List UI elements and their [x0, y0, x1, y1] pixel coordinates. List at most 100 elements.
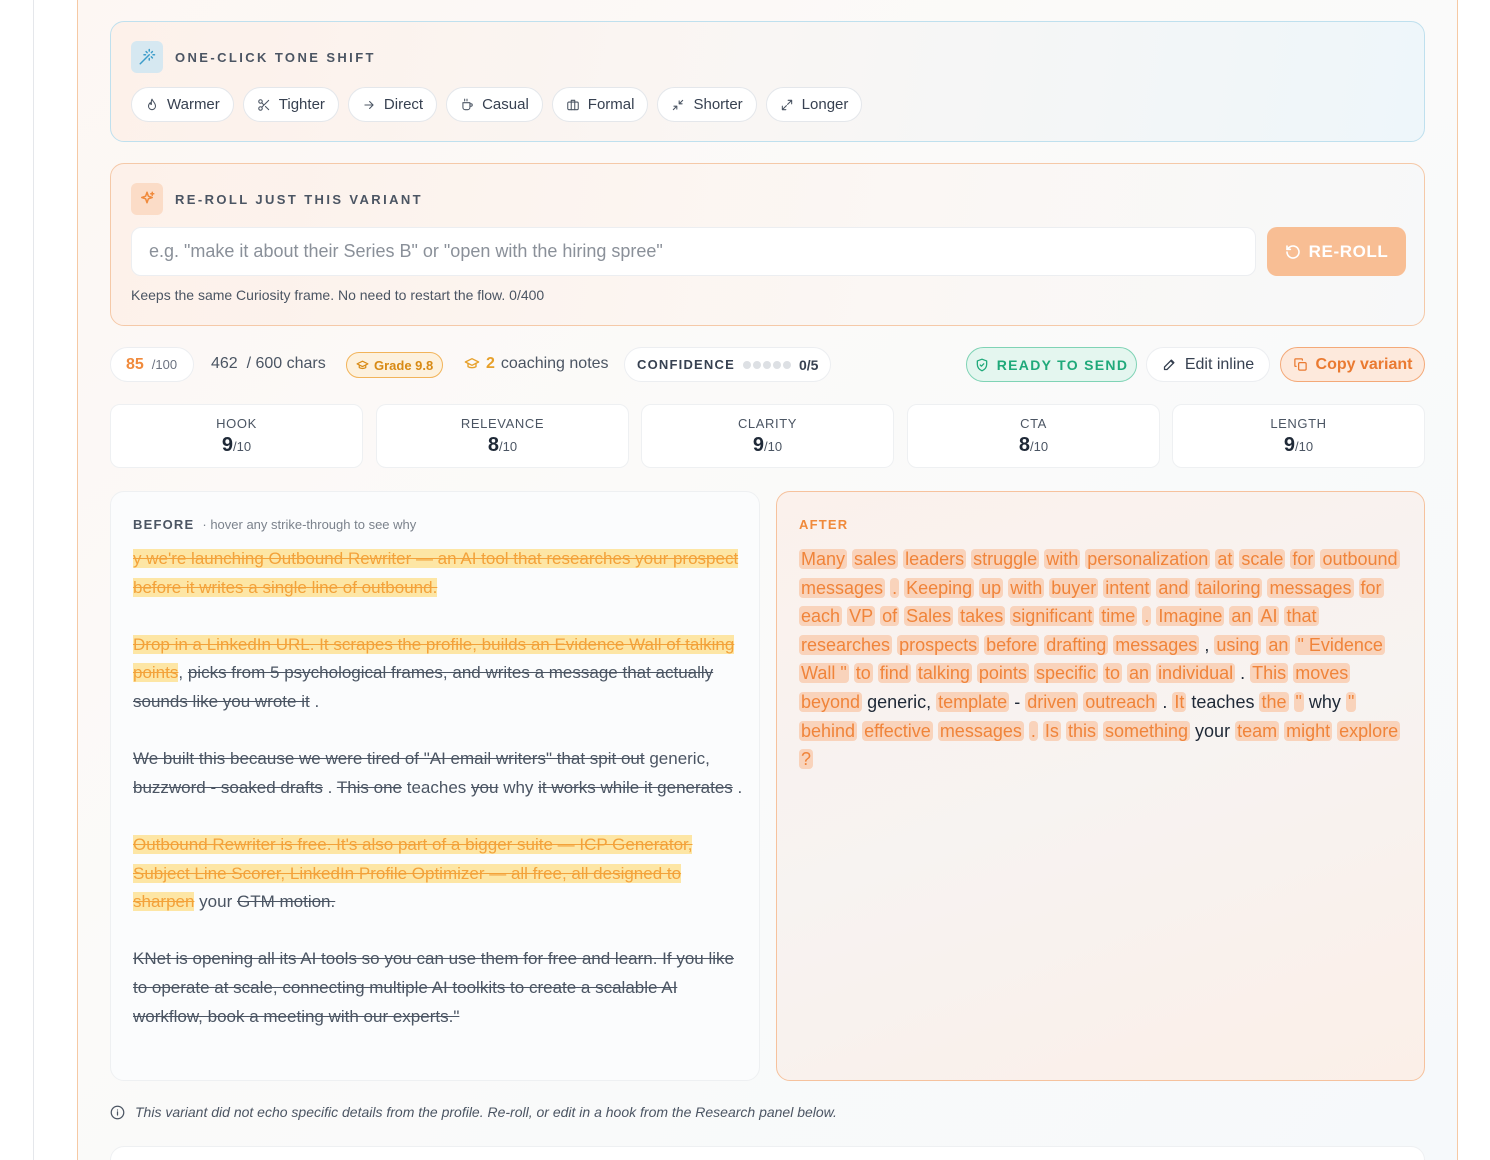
changed-word[interactable]: This [1250, 663, 1289, 684]
changed-word[interactable]: something [1102, 720, 1191, 741]
changed-word[interactable]: messages [1267, 577, 1354, 598]
reroll-button-label: RE-ROLL [1308, 241, 1389, 261]
changed-word[interactable]: " [1293, 691, 1304, 712]
changed-word[interactable]: up [979, 577, 1004, 598]
changed-word[interactable]: for [1358, 577, 1384, 598]
changed-word[interactable]: this [1065, 720, 1098, 741]
tone-chip-warmer[interactable]: Warmer [131, 87, 234, 122]
changed-word[interactable]: messages [799, 577, 886, 598]
changed-word[interactable]: buyer [1049, 577, 1099, 598]
changed-word[interactable]: individual [1156, 663, 1236, 684]
edit-label: Edit inline [1184, 355, 1255, 373]
changed-word[interactable]: beyond [799, 691, 863, 712]
page-divider [33, 0, 34, 1160]
copy-variant-button[interactable]: Copy variant [1280, 347, 1425, 382]
strike-text[interactable]: GTM motion. [237, 892, 335, 911]
changed-word[interactable]: VP [847, 606, 876, 627]
changed-word[interactable]: each [799, 606, 843, 627]
before-paragraph: Drop in a LinkedIn URL. It scrapes the p… [133, 634, 735, 711]
grade-label: Grade 9.8 [374, 357, 434, 373]
tone-chip-formal[interactable]: Formal [551, 87, 649, 122]
changed-word[interactable]: . [1028, 720, 1038, 741]
changed-word[interactable]: messages [937, 720, 1024, 741]
tone-chip-casual[interactable]: Casual [446, 87, 543, 122]
coaching-label: coaching notes [500, 355, 609, 372]
changed-word[interactable]: Sales [904, 606, 954, 627]
reroll-instruction-input[interactable] [131, 227, 1256, 276]
changed-word[interactable]: outreach [1083, 691, 1158, 712]
changed-word[interactable]: specific [1033, 663, 1098, 684]
changed-word[interactable]: using [1214, 634, 1262, 655]
changed-word[interactable]: ? [799, 749, 814, 770]
coaching-notes[interactable]: 2 coaching notes [464, 355, 609, 373]
changed-word[interactable]: that [1284, 606, 1319, 627]
changed-word[interactable]: points [976, 663, 1029, 684]
changed-word[interactable]: the [1259, 691, 1289, 712]
changed-word[interactable]: moves [1293, 663, 1351, 684]
changed-word[interactable]: Many [799, 549, 848, 569]
changed-word[interactable]: effective [862, 720, 933, 741]
changed-word[interactable]: . [1142, 606, 1152, 627]
changed-word[interactable]: with [1044, 549, 1081, 569]
changed-word[interactable]: an [1229, 606, 1254, 627]
changed-word[interactable]: leaders [903, 549, 967, 569]
tone-chip-tighter[interactable]: Tighter [242, 87, 339, 122]
strike-text[interactable]: This one [337, 778, 402, 797]
changed-word[interactable]: prospects [897, 634, 980, 655]
changed-word[interactable]: of [880, 606, 900, 627]
changed-word[interactable]: takes [958, 606, 1006, 627]
changed-word[interactable]: AI [1258, 606, 1280, 627]
changed-word[interactable]: at [1215, 549, 1235, 569]
changed-word[interactable]: to [853, 663, 873, 684]
changed-word[interactable]: messages [1113, 634, 1200, 655]
strike-text[interactable]: it works while it generates [538, 778, 733, 797]
changed-word[interactable]: might [1284, 720, 1333, 741]
changed-word[interactable]: explore [1337, 720, 1401, 741]
changed-word[interactable]: It [1172, 691, 1187, 712]
changed-word[interactable]: scale [1239, 549, 1286, 569]
changed-word[interactable]: and [1156, 577, 1191, 598]
changed-word[interactable]: with [1008, 577, 1045, 598]
changed-word[interactable]: drafting [1044, 634, 1109, 655]
changed-word[interactable]: find [877, 663, 911, 684]
tone-chip-longer[interactable]: Longer [765, 87, 863, 122]
strike-text[interactable]: KNet is opening all its AI tools so you … [133, 949, 734, 1025]
changed-word[interactable]: team [1235, 720, 1280, 741]
changed-word[interactable]: researches [799, 634, 893, 655]
metric-length: LENGTH 9/10 [1172, 404, 1425, 468]
changed-word[interactable]: template [936, 691, 1010, 712]
tone-chip-shorter[interactable]: Shorter [657, 87, 757, 122]
changed-word[interactable]: an [1127, 663, 1152, 684]
strike-text[interactable]: picks from 5 psychological frames, and w… [133, 663, 713, 711]
changed-word[interactable]: Imagine [1156, 606, 1225, 627]
changed-word[interactable]: Keeping [904, 577, 975, 598]
changed-word[interactable]: Is [1042, 720, 1061, 741]
edit-inline-button[interactable]: Edit inline [1146, 347, 1270, 382]
strike-text[interactable]: We built this because we were tired of "… [133, 749, 645, 768]
changed-word[interactable]: talking [915, 663, 972, 684]
changed-word[interactable]: struggle [971, 549, 1040, 569]
changed-word[interactable]: driven [1025, 691, 1079, 712]
changed-word[interactable]: to [1102, 663, 1122, 684]
metric-label: LENGTH [1270, 416, 1327, 431]
changed-word[interactable]: Wall " [799, 663, 849, 684]
strike-text[interactable]: buzzword - soaked drafts [133, 778, 323, 797]
changed-word[interactable]: for [1290, 549, 1316, 569]
changed-word[interactable]: time [1099, 606, 1138, 627]
changed-word[interactable]: . [890, 577, 900, 598]
changed-word[interactable]: before [984, 634, 1040, 655]
changed-word[interactable]: an [1266, 634, 1291, 655]
changed-word[interactable]: intent [1103, 577, 1152, 598]
changed-word[interactable]: personalization [1085, 549, 1211, 569]
changed-word[interactable]: " [1345, 691, 1357, 712]
changed-word[interactable]: " Evidence [1295, 634, 1385, 655]
strike-highlight[interactable]: y we're launching Outbound Rewriter — an… [133, 549, 739, 597]
tone-chip-direct[interactable]: Direct [347, 87, 438, 122]
changed-word[interactable]: tailoring [1195, 577, 1263, 598]
strike-text[interactable]: you [471, 778, 498, 797]
changed-word[interactable]: behind [799, 720, 858, 741]
changed-word[interactable]: sales [852, 549, 899, 569]
changed-word[interactable]: significant [1010, 606, 1095, 627]
reroll-button[interactable]: RE-ROLL [1267, 227, 1406, 276]
changed-word[interactable]: outbound [1320, 549, 1400, 569]
